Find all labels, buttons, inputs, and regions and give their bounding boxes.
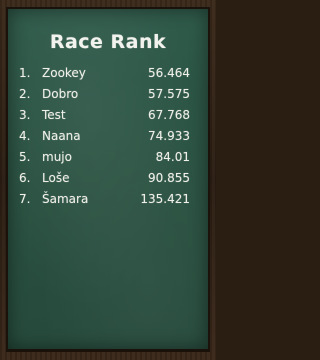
- rank-number: 3.: [19, 108, 31, 122]
- rank-number: 4.: [19, 129, 31, 143]
- ranking-list: 1. Zookey 56.464 2. Dobro 57.575 3. Test…: [0, 64, 216, 211]
- race-time: 84.01: [155, 150, 190, 164]
- chalk-tray: [6, 349, 210, 352]
- race-time: 74.933: [148, 129, 190, 143]
- rank-number: 7.: [19, 192, 31, 206]
- player-name: Šamara: [42, 192, 89, 206]
- race-time: 90.855: [148, 171, 190, 185]
- player-name: Test: [42, 108, 66, 122]
- rank-number: 1.: [19, 66, 31, 80]
- race-time: 135.421: [140, 192, 190, 206]
- rank-number: 6.: [19, 171, 31, 185]
- ranking-row[interactable]: 5. mujo 84.01: [0, 148, 216, 169]
- player-name: Dobro: [42, 87, 79, 101]
- ranking-row[interactable]: 3. Test 67.768: [0, 106, 216, 127]
- player-name: Naana: [42, 129, 81, 143]
- ranking-row[interactable]: 2. Dobro 57.575: [0, 85, 216, 106]
- rank-number: 2.: [19, 87, 31, 101]
- player-name: mujo: [42, 150, 72, 164]
- player-name: Loše: [42, 171, 70, 185]
- ranking-row[interactable]: 4. Naana 74.933: [0, 127, 216, 148]
- rank-number: 5.: [19, 150, 31, 164]
- screen-title: Race Rank: [49, 31, 167, 53]
- player-name: Zookey: [42, 66, 86, 80]
- ranking-row[interactable]: 7. Šamara 135.421: [0, 190, 216, 211]
- race-time: 56.464: [148, 66, 190, 80]
- race-time: 57.575: [148, 87, 190, 101]
- ranking-row[interactable]: 6. Loše 90.855: [0, 169, 216, 190]
- race-time: 67.768: [148, 108, 190, 122]
- ranking-row[interactable]: 1. Zookey 56.464: [0, 64, 216, 85]
